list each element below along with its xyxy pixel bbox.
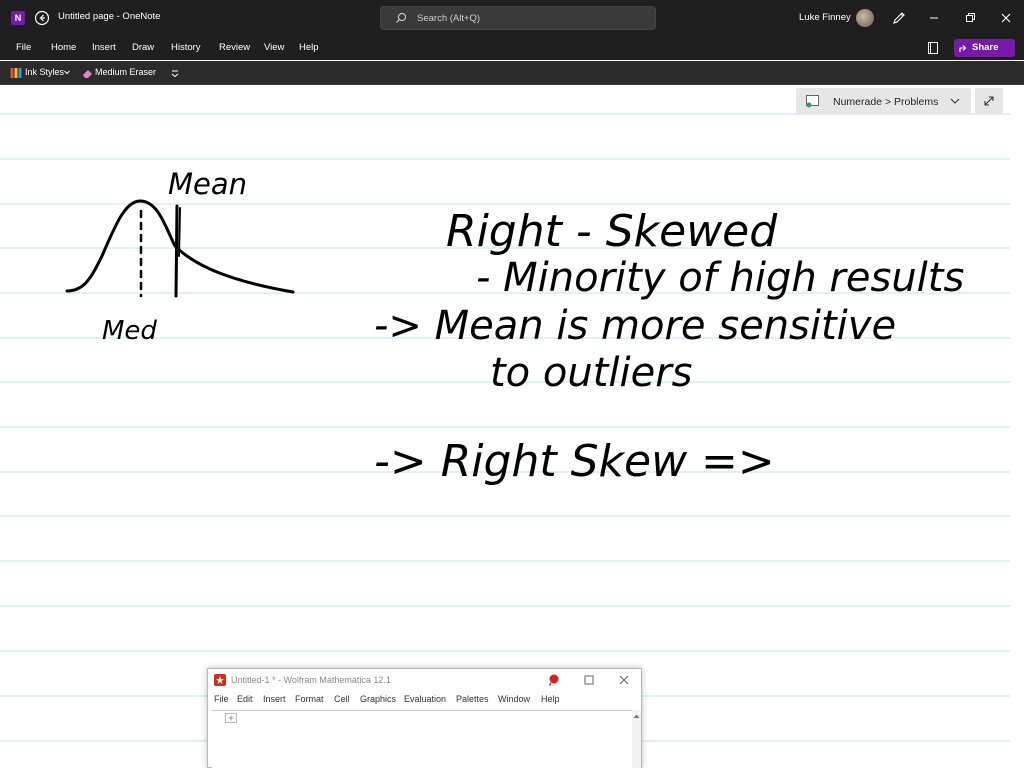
note-line-minority: - Minority of high results	[476, 255, 964, 301]
pen-icon[interactable]	[891, 10, 907, 26]
minimize-icon[interactable]	[926, 10, 942, 26]
ink-styles-button[interactable]: Ink Styles	[25, 67, 64, 77]
mma-menu-evaluation[interactable]: Evaluation	[404, 694, 446, 704]
mathematica-icon	[214, 674, 226, 686]
window-title: Untitled page - OneNote	[58, 11, 161, 22]
search-placeholder: Search (Alt+Q)	[417, 13, 481, 24]
eraser-icon	[83, 70, 92, 78]
avatar[interactable]	[856, 9, 874, 27]
mathematica-scrollbar[interactable]	[632, 710, 641, 768]
note-line-mean-sensitive: -> Mean is more sensitive	[374, 303, 896, 349]
restore-icon[interactable]	[962, 10, 978, 26]
menu-help[interactable]: Help	[299, 42, 319, 53]
search-box[interactable]: Search (Alt+Q)	[380, 6, 656, 30]
mathematica-menu-bar: File Edit Insert Format Cell Graphics Ev…	[208, 691, 641, 709]
medium-eraser-button[interactable]: Medium Eraser	[95, 67, 156, 77]
note-line-outliers: to outliers	[490, 350, 693, 396]
search-icon	[396, 12, 407, 23]
menu-view[interactable]: View	[264, 42, 284, 53]
mathematica-window[interactable]: Untitled-1 * - Wolfram Mathematica 12.1 …	[207, 668, 642, 768]
user-name[interactable]: Luke Finney	[799, 12, 851, 23]
median-label: Med	[102, 316, 157, 346]
scroll-up-icon[interactable]	[632, 712, 641, 720]
share-label: Share	[972, 42, 999, 53]
menu-bar: File Home Insert Draw History Review Vie…	[0, 36, 1024, 60]
ink-styles-icon	[10, 68, 22, 78]
ink-layer: Mean Med Right - Skewed - Minority of hi…	[65, 167, 964, 487]
back-icon[interactable]	[34, 10, 50, 26]
close-icon[interactable]	[998, 10, 1014, 26]
mma-menu-palettes[interactable]: Palettes	[456, 694, 489, 704]
close-icon[interactable]	[617, 673, 631, 687]
notification-icon[interactable]	[547, 673, 561, 687]
add-cell-icon[interactable]	[225, 713, 237, 723]
mma-menu-file[interactable]: File	[214, 694, 229, 704]
ribbon-toolbar: Ink Styles Medium Eraser	[0, 61, 1024, 85]
note-line-right-skewed: Right - Skewed	[446, 206, 778, 257]
more-options-icon[interactable]	[168, 66, 182, 80]
mathematica-notebook-area[interactable]	[212, 710, 632, 768]
maximize-icon[interactable]	[582, 673, 596, 687]
menu-draw[interactable]: Draw	[132, 42, 154, 53]
share-button[interactable]: Share	[954, 39, 1015, 57]
mma-menu-window[interactable]: Window	[498, 694, 530, 704]
note-line-right-skew: -> Right Skew =>	[374, 436, 775, 487]
share-icon	[959, 45, 967, 52]
mathematica-title: Untitled-1 * - Wolfram Mathematica 12.1	[231, 675, 391, 685]
mma-menu-edit[interactable]: Edit	[237, 694, 253, 704]
mma-menu-graphics[interactable]: Graphics	[360, 694, 396, 704]
mma-menu-insert[interactable]: Insert	[263, 694, 286, 704]
note-page[interactable]: Numerade > Problems Mean Med Right - Ske…	[0, 86, 1024, 768]
mma-menu-cell[interactable]: Cell	[334, 694, 350, 704]
menu-home[interactable]: Home	[51, 42, 76, 53]
title-bar: N Untitled page - OneNote Search (Alt+Q)…	[0, 0, 1024, 36]
menu-file[interactable]: File	[16, 42, 31, 53]
onenote-app-icon: N	[11, 11, 25, 25]
mathematica-title-bar[interactable]: Untitled-1 * - Wolfram Mathematica 12.1	[208, 669, 641, 691]
menu-review[interactable]: Review	[219, 42, 250, 53]
mma-menu-format[interactable]: Format	[295, 694, 324, 704]
menu-insert[interactable]: Insert	[92, 42, 116, 53]
mean-label: Mean	[168, 167, 247, 201]
skewed-distribution-sketch	[65, 199, 295, 298]
menu-history[interactable]: History	[171, 42, 201, 53]
chevron-down-icon[interactable]	[63, 68, 71, 76]
mma-menu-help[interactable]: Help	[541, 694, 560, 704]
notebook-icon[interactable]	[926, 41, 940, 55]
